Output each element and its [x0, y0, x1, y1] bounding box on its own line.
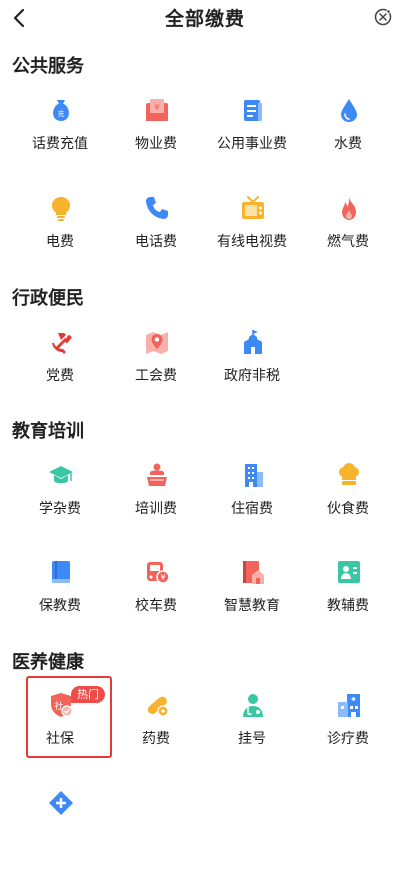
television-icon	[242, 196, 264, 219]
hot-badge: 热门	[71, 686, 105, 703]
item-smart-education[interactable]: 智慧教育	[201, 559, 303, 639]
item-label: 公用事业费	[217, 136, 287, 152]
item-label: 诊疗费	[327, 731, 369, 747]
item-label: 党费	[46, 368, 74, 384]
page-title: 全部缴费	[164, 8, 245, 30]
item-teaching-aids[interactable]: 教辅费	[297, 559, 399, 639]
item-label: 电费	[46, 234, 74, 250]
graduation-cap-icon	[49, 466, 73, 484]
item-accommodation[interactable]: 住宿费	[201, 462, 303, 542]
item-label: 伙食费	[327, 501, 369, 517]
item-label: 物业费	[135, 136, 177, 152]
government-building-icon	[244, 330, 262, 354]
close-circle-icon[interactable]	[374, 8, 392, 26]
dormitory-building-icon	[245, 464, 263, 487]
utilities-icon	[244, 100, 262, 121]
section-title-education: 教育培训	[12, 421, 84, 442]
item-tuition[interactable]: 学杂费	[9, 462, 111, 542]
smart-education-icon	[243, 561, 264, 584]
telephone-icon	[146, 197, 168, 219]
item-label: 工会费	[135, 368, 177, 384]
doctor-icon	[243, 694, 263, 717]
svg-text:¥: ¥	[160, 573, 165, 582]
item-medicine-fee[interactable]: 药费	[105, 692, 207, 772]
flame-icon	[342, 197, 356, 220]
svg-text:¥: ¥	[154, 103, 160, 113]
item-label: 智慧教育	[224, 598, 280, 614]
hospital-icon	[338, 694, 360, 717]
item-label: 住宿费	[231, 501, 273, 517]
item-label: 挂号	[238, 731, 266, 747]
item-registration[interactable]: 挂号	[201, 692, 303, 772]
item-label: 教辅费	[327, 598, 369, 614]
chef-hat-icon	[339, 463, 359, 485]
item-label: 政府非税	[224, 368, 280, 384]
pill-icon	[147, 696, 169, 717]
item-meal-fee[interactable]: 伙食费	[297, 462, 399, 542]
light-bulb-icon	[52, 197, 70, 221]
item-utilities[interactable]: 公用事业费	[201, 97, 303, 177]
lectern-icon	[147, 463, 167, 486]
item-phone-recharge[interactable]: 充 话费充值	[9, 97, 111, 177]
item-label: 学杂费	[39, 501, 81, 517]
item-gov-non-tax[interactable]: 政府非税	[201, 329, 303, 409]
item-telephone[interactable]: 电话费	[105, 195, 207, 275]
health-diamond-icon	[49, 791, 73, 815]
item-water[interactable]: 水费	[297, 97, 399, 177]
item-label: 保教费	[39, 598, 81, 614]
book-icon	[52, 561, 70, 583]
item-label: 培训费	[135, 501, 177, 517]
item-treatment-fee[interactable]: 诊疗费	[297, 692, 399, 772]
item-label: 话费充值	[32, 136, 88, 152]
property-fee-icon: ¥	[146, 99, 168, 121]
teaching-aid-icon	[338, 561, 360, 583]
item-label: 校车费	[135, 598, 177, 614]
section-title-healthcare: 医养健康	[12, 652, 84, 673]
water-drop-icon	[341, 99, 357, 122]
item-label: 燃气费	[327, 234, 369, 250]
item-training-fee[interactable]: 培训费	[105, 462, 207, 542]
section-title-administration: 行政便民	[12, 288, 84, 309]
party-emblem-icon	[52, 333, 72, 354]
item-electricity[interactable]: 电费	[9, 195, 111, 275]
item-cable-tv[interactable]: 有线电视费	[201, 195, 303, 275]
svg-text:充: 充	[58, 109, 65, 118]
map-pin-icon	[146, 332, 168, 354]
item-label: 水费	[334, 136, 362, 152]
item-label: 电话费	[135, 234, 177, 250]
item-gas[interactable]: 燃气费	[297, 195, 399, 275]
school-bus-icon: ¥	[147, 562, 170, 584]
item-party-dues[interactable]: 党费	[9, 329, 111, 409]
item-label: 药费	[142, 731, 170, 747]
item-childcare-fee[interactable]: 保教费	[9, 559, 111, 639]
header-bar: 全部缴费	[0, 0, 410, 36]
section-title-public-services: 公共服务	[12, 56, 84, 77]
item-property-fee[interactable]: ¥ 物业费	[105, 97, 207, 177]
item-health-partial[interactable]	[9, 790, 111, 870]
item-label: 有线电视费	[217, 234, 287, 250]
phone-recharge-icon: 充	[53, 100, 69, 121]
item-school-bus[interactable]: ¥ 校车费	[105, 559, 207, 639]
item-union-fee[interactable]: 工会费	[105, 329, 207, 409]
